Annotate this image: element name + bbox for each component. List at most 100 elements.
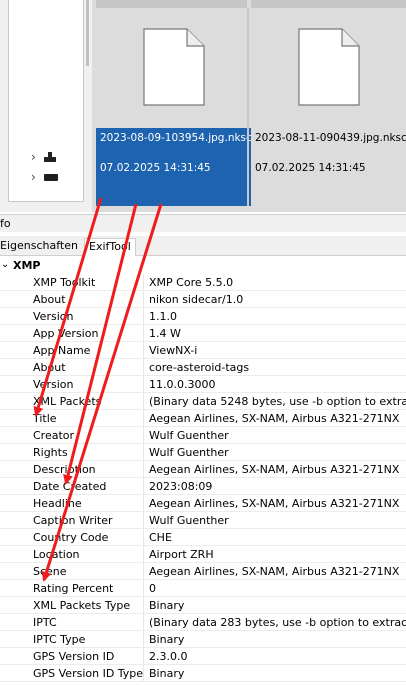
- table-row[interactable]: About core-asteroid-tags: [0, 359, 406, 376]
- thumbnail-divider: [247, 8, 249, 206]
- group-label: XMP: [13, 259, 41, 272]
- column-divider: [143, 359, 144, 375]
- row-value: 0: [149, 582, 156, 595]
- column-divider: [143, 563, 144, 579]
- column-divider: [143, 529, 144, 545]
- chevron-right-icon[interactable]: ›: [31, 150, 36, 164]
- table-row[interactable]: Country Code CHE: [0, 529, 406, 546]
- column-divider: [143, 376, 144, 392]
- row-key: Rating Percent: [33, 582, 114, 595]
- info-panel-title: fo: [0, 217, 11, 230]
- row-key: XML Packets Type: [33, 599, 131, 612]
- tree-scrollbar[interactable]: [86, 0, 89, 66]
- row-key: About: [33, 361, 66, 374]
- row-value: XMP Core 5.5.0: [149, 276, 234, 289]
- thumbnail-date: 07.02.2025 14:31:45: [255, 162, 366, 174]
- table-row[interactable]: App Version 1.4 W: [0, 325, 406, 342]
- table-row[interactable]: Version 1.1.0: [0, 308, 406, 325]
- row-value: Wulf Guenther: [149, 514, 229, 527]
- table-row[interactable]: Creator Wulf Guenther: [0, 427, 406, 444]
- file-icon: [298, 28, 360, 106]
- row-value: 2023:08:09: [149, 480, 213, 493]
- row-value: Wulf Guenther: [149, 446, 229, 459]
- table-row[interactable]: App Name ViewNX-i: [0, 342, 406, 359]
- row-key: Title: [33, 412, 57, 425]
- row-value: Binary: [149, 633, 185, 646]
- row-key: Location: [33, 548, 80, 561]
- column-divider: [143, 512, 144, 528]
- row-key: Creator: [33, 429, 75, 442]
- table-row[interactable]: GPS Version ID Type Binary: [0, 665, 406, 682]
- row-value: Binary: [149, 599, 185, 612]
- column-divider: [143, 597, 144, 613]
- table-row[interactable]: XML Packets (Binary data 5248 bytes, use …: [0, 393, 406, 410]
- thumbnail-filename: 2023-08-09-103954.jpg.nksc: [100, 132, 252, 144]
- chevron-down-icon[interactable]: ⌄: [1, 259, 9, 270]
- row-value: Wulf Guenther: [149, 429, 229, 442]
- info-panel-header: fo: [0, 214, 406, 232]
- tab-exiftool[interactable]: ExifTool: [84, 238, 136, 256]
- row-key: Version: [33, 378, 74, 391]
- row-key: Caption Writer: [33, 514, 113, 527]
- row-value: 2.3.0.0: [149, 650, 188, 663]
- column-divider: [143, 665, 144, 681]
- table-row[interactable]: Version 11.0.0.3000: [0, 376, 406, 393]
- chevron-right-icon[interactable]: ›: [31, 170, 36, 184]
- table-row[interactable]: IPTC (Binary data 283 bytes, use -b optio…: [0, 614, 406, 631]
- row-value: (Binary data 283 bytes, use -b option to…: [149, 616, 406, 629]
- row-key: Date Created: [33, 480, 107, 493]
- column-divider: [143, 325, 144, 341]
- table-row[interactable]: Location Airport ZRH: [0, 546, 406, 563]
- group-header-xmp[interactable]: ⌄ XMP: [0, 258, 406, 274]
- table-row[interactable]: GPS Version ID 2.3.0.0: [0, 648, 406, 665]
- row-key: Version: [33, 310, 74, 323]
- column-divider: [143, 648, 144, 664]
- thumbnail-item[interactable]: 2023-08-11-090439.jpg.nksc 07.02.2025 14…: [251, 8, 406, 206]
- column-divider: [143, 614, 144, 630]
- thumbnail-image[interactable]: [251, 8, 406, 128]
- metadata-table: XMP Toolkit XMP Core 5.5.0 About nikon side…: [0, 274, 406, 682]
- thumbnail-image[interactable]: [96, 8, 251, 128]
- column-divider: [143, 291, 144, 307]
- thumbnail-caption[interactable]: 2023-08-11-090439.jpg.nksc 07.02.2025 14…: [251, 128, 406, 206]
- tab-eigenschaften[interactable]: Eigenschaften: [0, 238, 82, 256]
- folder-tree[interactable]: › ›: [8, 0, 89, 202]
- row-value: Aegean Airlines, SX-NAM, Airbus A321-271…: [149, 497, 400, 510]
- row-value: core-asteroid-tags: [149, 361, 250, 374]
- table-row[interactable]: Headline Aegean Airlines, SX-NAM, Airbus …: [0, 495, 406, 512]
- tree-item-drive-1[interactable]: ›: [31, 150, 56, 164]
- row-key: App Version: [33, 327, 99, 340]
- thumbnail-caption[interactable]: 2023-08-09-103954.jpg.nksc 07.02.2025 14…: [96, 128, 252, 206]
- column-divider: [143, 546, 144, 562]
- info-tabs: Eigenschaften ExifTool: [0, 236, 406, 256]
- table-row[interactable]: XML Packets Type Binary: [0, 597, 406, 614]
- table-row[interactable]: Rights Wulf Guenther: [0, 444, 406, 461]
- row-value: Aegean Airlines, SX-NAM, Airbus A321-271…: [149, 463, 400, 476]
- table-row[interactable]: Scene Aegean Airlines, SX-NAM, Airbus A32…: [0, 563, 406, 580]
- table-row[interactable]: About nikon sidecar/1.0: [0, 291, 406, 308]
- column-divider: [143, 478, 144, 494]
- table-row[interactable]: XMP Toolkit XMP Core 5.5.0: [0, 274, 406, 291]
- row-key: Scene: [33, 565, 67, 578]
- column-divider: [143, 410, 144, 426]
- table-row[interactable]: Caption Writer Wulf Guenther: [0, 512, 406, 529]
- table-row[interactable]: Description Aegean Airlines, SX-NAM, Airb…: [0, 461, 406, 478]
- tree-item-drive-2[interactable]: ›: [31, 170, 58, 184]
- row-key: App Name: [33, 344, 91, 357]
- table-row[interactable]: Date Created 2023:08:09: [0, 478, 406, 495]
- table-row[interactable]: IPTC Type Binary: [0, 631, 406, 648]
- row-key: Headline: [33, 497, 82, 510]
- folder-tree-panel: › ›: [0, 0, 92, 212]
- column-divider: [143, 631, 144, 647]
- row-value: 1.1.0: [149, 310, 177, 323]
- drive-icon: [43, 173, 58, 181]
- column-divider: [143, 461, 144, 477]
- row-value: ViewNX-i: [149, 344, 198, 357]
- table-row[interactable]: Title Aegean Airlines, SX-NAM, Airbus A32…: [0, 410, 406, 427]
- column-divider: [143, 342, 144, 358]
- column-divider: [143, 495, 144, 511]
- row-value: Aegean Airlines, SX-NAM, Airbus A321-271…: [149, 412, 400, 425]
- row-key: Country Code: [33, 531, 109, 544]
- table-row[interactable]: Rating Percent 0: [0, 580, 406, 597]
- thumbnail-item[interactable]: 2023-08-09-103954.jpg.nksc 07.02.2025 14…: [96, 8, 252, 206]
